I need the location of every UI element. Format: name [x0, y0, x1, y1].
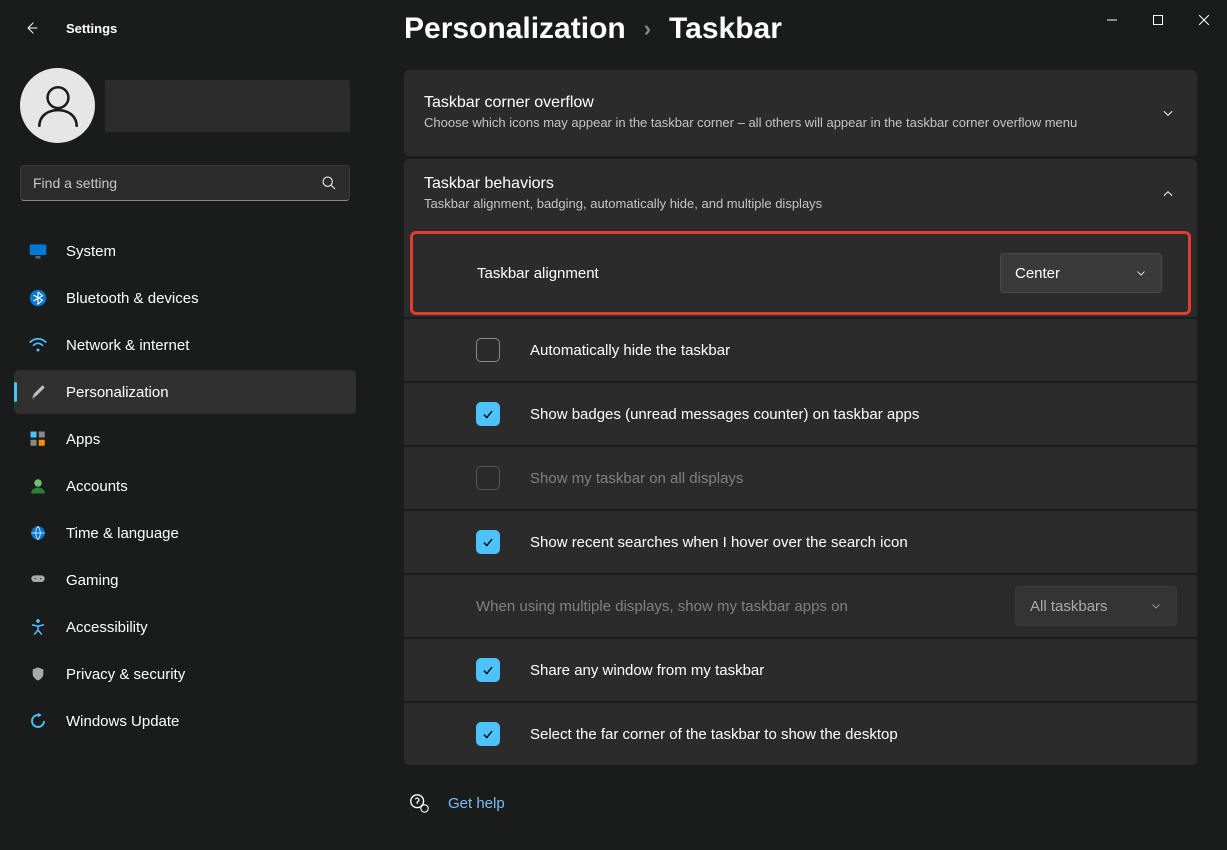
search-icon [321, 175, 337, 191]
gamepad-icon [28, 570, 48, 590]
chevron-up-icon [1159, 185, 1177, 203]
sidebar-item-label: Time & language [66, 525, 179, 542]
breadcrumb-current: Taskbar [669, 12, 782, 46]
section-desc: Taskbar alignment, badging, automaticall… [424, 195, 1143, 213]
search-box[interactable] [20, 165, 350, 201]
setting-far-corner[interactable]: Select the far corner of the taskbar to … [404, 701, 1197, 765]
sidebar-item-bluetooth[interactable]: Bluetooth & devices [14, 276, 356, 320]
sidebar-item-label: Personalization [66, 384, 169, 401]
setting-taskbar-alignment: Taskbar alignment Center [410, 231, 1191, 315]
sidebar-item-label: Accounts [66, 478, 128, 495]
checkbox-disabled [476, 466, 500, 490]
user-info-redacted [105, 80, 350, 132]
setting-auto-hide[interactable]: Automatically hide the taskbar [404, 317, 1197, 381]
sidebar-item-label: Apps [66, 431, 100, 448]
checkbox-checked[interactable] [476, 402, 500, 426]
multi-display-dropdown: All taskbars [1015, 586, 1177, 626]
sidebar-item-system[interactable]: System [14, 229, 356, 273]
setting-label: Automatically hide the taskbar [530, 342, 730, 359]
sidebar-item-label: Windows Update [66, 713, 179, 730]
dropdown-value: Center [1015, 265, 1060, 282]
avatar [20, 68, 95, 143]
sidebar-item-label: Network & internet [66, 337, 189, 354]
nav-list: System Bluetooth & devices Network & int… [0, 219, 370, 743]
breadcrumb: Personalization › Taskbar [404, 12, 1197, 46]
chevron-down-icon [1135, 267, 1147, 279]
setting-badges[interactable]: Show badges (unread messages counter) on… [404, 381, 1197, 445]
breadcrumb-parent[interactable]: Personalization [404, 12, 626, 46]
update-icon [28, 711, 48, 731]
section-taskbar-behaviors: Taskbar behaviors Taskbar alignment, bad… [404, 159, 1197, 765]
user-account-row[interactable] [0, 60, 370, 155]
setting-label: Select the far corner of the taskbar to … [530, 726, 898, 743]
wifi-icon [28, 335, 48, 355]
sidebar-item-gaming[interactable]: Gaming [14, 558, 356, 602]
chevron-down-icon [1150, 600, 1162, 612]
sidebar: System Bluetooth & devices Network & int… [0, 0, 370, 850]
main-content: Personalization › Taskbar Taskbar corner… [370, 0, 1227, 850]
help-icon [408, 792, 430, 814]
help-link[interactable]: Get help [448, 795, 505, 812]
checkbox-checked[interactable] [476, 722, 500, 746]
search-input[interactable] [33, 175, 321, 191]
setting-label: Show recent searches when I hover over t… [530, 534, 908, 551]
setting-multi-display: When using multiple displays, show my ta… [404, 573, 1197, 637]
apps-icon [28, 429, 48, 449]
accessibility-icon [28, 617, 48, 637]
sidebar-item-personalization[interactable]: Personalization [14, 370, 356, 414]
paintbrush-icon [28, 382, 48, 402]
sidebar-item-privacy[interactable]: Privacy & security [14, 652, 356, 696]
sidebar-item-label: System [66, 243, 116, 260]
setting-label: Show my taskbar on all displays [530, 470, 743, 487]
checkbox-checked[interactable] [476, 530, 500, 554]
setting-label: Show badges (unread messages counter) on… [530, 406, 919, 423]
sidebar-item-apps[interactable]: Apps [14, 417, 356, 461]
section-desc: Choose which icons may appear in the tas… [424, 114, 1143, 132]
checkbox-checked[interactable] [476, 658, 500, 682]
alignment-dropdown[interactable]: Center [1000, 253, 1162, 293]
sidebar-item-label: Gaming [66, 572, 119, 589]
setting-share-window[interactable]: Share any window from my taskbar [404, 637, 1197, 701]
setting-label: When using multiple displays, show my ta… [476, 598, 848, 615]
chevron-right-icon: › [644, 16, 651, 42]
sidebar-item-time[interactable]: Time & language [14, 511, 356, 555]
sidebar-item-label: Accessibility [66, 619, 148, 636]
sidebar-item-accessibility[interactable]: Accessibility [14, 605, 356, 649]
dropdown-value: All taskbars [1030, 598, 1108, 615]
sidebar-item-accounts[interactable]: Accounts [14, 464, 356, 508]
setting-label: Taskbar alignment [477, 265, 599, 282]
display-icon [28, 241, 48, 261]
person-icon [28, 476, 48, 496]
help-row[interactable]: Get help [404, 768, 1197, 824]
globe-clock-icon [28, 523, 48, 543]
section-title: Taskbar corner overflow [424, 94, 1143, 112]
section-taskbar-overflow[interactable]: Taskbar corner overflow Choose which ico… [404, 70, 1197, 156]
bluetooth-icon [28, 288, 48, 308]
sidebar-item-network[interactable]: Network & internet [14, 323, 356, 367]
setting-recent-search[interactable]: Show recent searches when I hover over t… [404, 509, 1197, 573]
section-title: Taskbar behaviors [424, 175, 1143, 193]
chevron-down-icon [1159, 104, 1177, 122]
section-header[interactable]: Taskbar behaviors Taskbar alignment, bad… [404, 159, 1197, 229]
sidebar-item-label: Privacy & security [66, 666, 185, 683]
setting-all-displays: Show my taskbar on all displays [404, 445, 1197, 509]
sidebar-item-update[interactable]: Windows Update [14, 699, 356, 743]
sidebar-item-label: Bluetooth & devices [66, 290, 199, 307]
checkbox-unchecked[interactable] [476, 338, 500, 362]
setting-label: Share any window from my taskbar [530, 662, 764, 679]
shield-icon [28, 664, 48, 684]
